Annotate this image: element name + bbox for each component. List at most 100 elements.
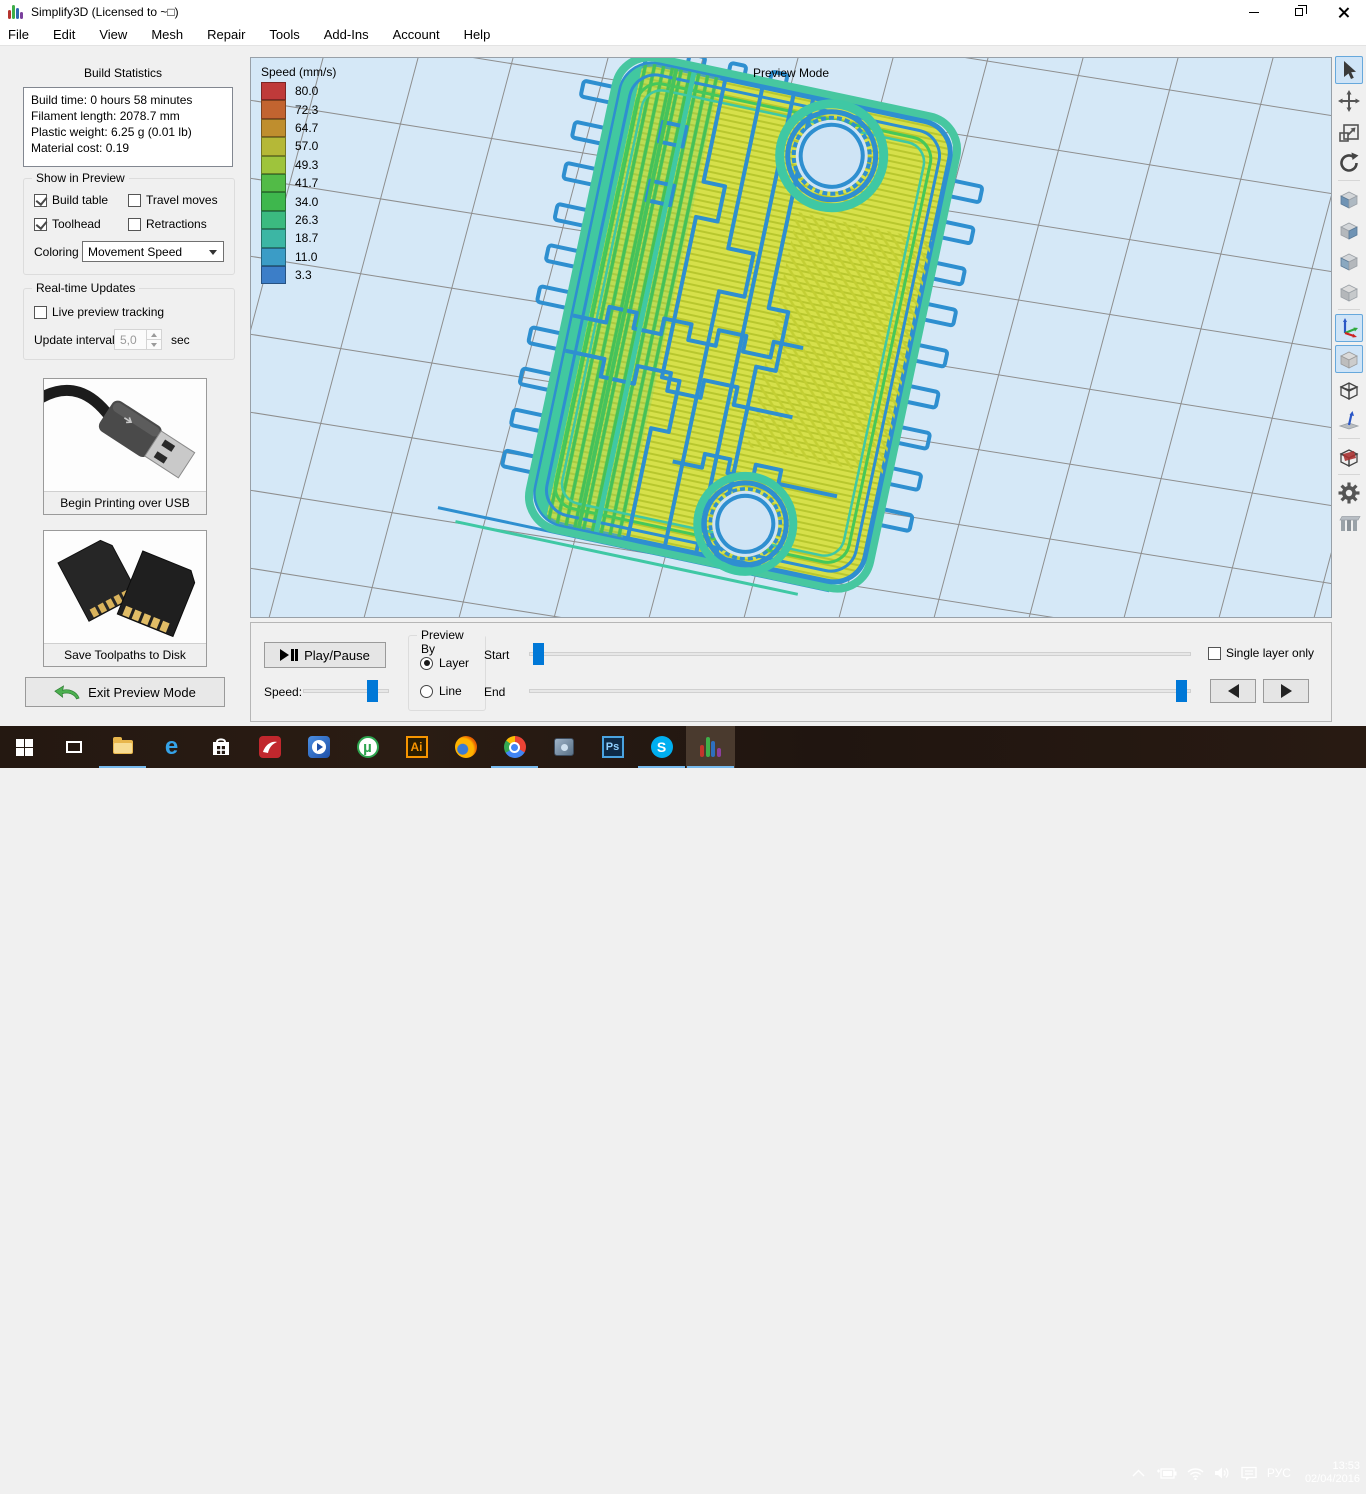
photoshop-button[interactable]: Ps (588, 726, 637, 768)
view-top-cube-button[interactable] (1335, 247, 1363, 275)
build-statistics-box: Build time: 0 hours 58 minutes Filament … (23, 87, 233, 167)
begin-printing-usb-button[interactable]: Begin Printing over USB (43, 378, 207, 515)
single-layer-checkbox[interactable]: Single layer only (1208, 646, 1314, 660)
cross-section-button[interactable] (1335, 443, 1363, 471)
skype-button[interactable]: S (637, 726, 686, 768)
close-button[interactable] (1321, 0, 1366, 24)
line-radio-button[interactable] (420, 685, 433, 698)
exit-preview-mode-button[interactable]: Exit Preview Mode (25, 677, 225, 707)
wifi-icon[interactable] (1187, 1467, 1204, 1480)
illustrator-button[interactable]: Ai (392, 726, 441, 768)
menu-edit[interactable]: Edit (41, 24, 87, 46)
layer-radio-button[interactable] (420, 657, 433, 670)
save-toolpaths-button[interactable]: Save Toolpaths to Disk (43, 530, 207, 667)
foxit-reader-button[interactable] (245, 726, 294, 768)
file-explorer-button[interactable] (98, 726, 147, 768)
spinner-down-icon[interactable] (147, 340, 161, 349)
preview-3d-viewport[interactable]: Preview Mode Speed (mm/s) 80.0 72.3 64.7… (250, 57, 1332, 618)
travel-moves-checkbox[interactable]: Travel moves (128, 193, 218, 207)
toolhead-checkbox-box[interactable] (34, 218, 47, 231)
menu-tools[interactable]: Tools (257, 24, 311, 46)
start-button[interactable] (0, 726, 49, 768)
store-button[interactable] (196, 726, 245, 768)
preview-by-layer-radio[interactable]: Layer (420, 656, 469, 670)
surface-normal-button[interactable] (1335, 407, 1363, 435)
battery-icon[interactable] (1155, 1467, 1177, 1480)
cube-top-icon (1337, 249, 1361, 273)
coloring-dropdown[interactable]: Movement Speed (82, 241, 224, 262)
end-slider-handle[interactable] (1176, 680, 1187, 702)
spinner-up-icon[interactable] (147, 330, 161, 340)
chrome-button[interactable] (490, 726, 539, 768)
previous-layer-button[interactable] (1210, 679, 1256, 703)
minimize-icon (1249, 12, 1259, 13)
menu-view[interactable]: View (87, 24, 139, 46)
end-layer-slider[interactable] (529, 680, 1191, 702)
rotate-tool-button[interactable] (1335, 149, 1363, 177)
video-converter-button[interactable] (539, 726, 588, 768)
start-layer-slider[interactable] (529, 643, 1191, 665)
pan-tool-button[interactable] (1335, 87, 1363, 115)
menu-addins[interactable]: Add-Ins (312, 24, 381, 46)
support-structures-button[interactable] (1335, 510, 1363, 538)
build-time: Build time: 0 hours 58 minutes (31, 92, 225, 108)
menu-account[interactable]: Account (381, 24, 452, 46)
toolhead-checkbox[interactable]: Toolhead (34, 217, 101, 231)
single-layer-checkbox-box[interactable] (1208, 647, 1221, 660)
restore-button[interactable] (1276, 0, 1321, 24)
menu-help[interactable]: Help (452, 24, 503, 46)
minimize-button[interactable] (1231, 0, 1276, 24)
spinner-buttons[interactable] (146, 330, 161, 349)
tray-time: 13:53 (1305, 1460, 1360, 1473)
edge-button[interactable]: e (147, 726, 196, 768)
restore-icon (1295, 8, 1303, 16)
solid-view-button[interactable] (1335, 345, 1363, 373)
preview-by-line-radio[interactable]: Line (420, 684, 462, 698)
legend-row: 72.3 (261, 100, 336, 118)
retractions-checkbox[interactable]: Retractions (128, 217, 207, 231)
play-pause-label: Play/Pause (304, 648, 370, 663)
live-preview-checkbox-box[interactable] (34, 306, 47, 319)
language-indicator[interactable]: РУС (1267, 1466, 1291, 1480)
travel-moves-checkbox-box[interactable] (128, 194, 141, 207)
settings-button[interactable] (1335, 479, 1363, 507)
firefox-icon (455, 736, 477, 758)
notification-icon[interactable] (1241, 1466, 1257, 1481)
start-slider-track[interactable] (529, 652, 1191, 656)
firefox-button[interactable] (441, 726, 490, 768)
view-iso-cube-button[interactable] (1335, 278, 1363, 306)
show-axes-button[interactable] (1335, 314, 1363, 342)
menu-mesh[interactable]: Mesh (139, 24, 195, 46)
view-front-cube-button[interactable] (1335, 185, 1363, 213)
update-interval-spinner[interactable]: 5,0 (114, 329, 162, 350)
wireframe-view-button[interactable] (1335, 376, 1363, 404)
play-pause-button[interactable]: Play/Pause (264, 642, 386, 668)
retractions-checkbox-box[interactable] (128, 218, 141, 231)
cross-section-icon (1337, 445, 1361, 469)
next-layer-button[interactable] (1263, 679, 1309, 703)
end-slider-track[interactable] (529, 689, 1191, 693)
utorrent-button[interactable]: µ (343, 726, 392, 768)
speed-slider[interactable] (303, 680, 389, 702)
menu-repair[interactable]: Repair (195, 24, 257, 46)
media-player-button[interactable] (294, 726, 343, 768)
speed-slider-handle[interactable] (367, 680, 378, 702)
volume-icon[interactable] (1214, 1466, 1231, 1480)
start-slider-handle[interactable] (533, 643, 544, 665)
view-side-cube-button[interactable] (1335, 216, 1363, 244)
simplify3d-taskbar-button[interactable] (686, 726, 735, 768)
legend-swatch (261, 192, 286, 210)
normal-arrow-icon (1337, 409, 1361, 433)
menu-file[interactable]: File (0, 24, 41, 46)
task-view-button[interactable] (49, 726, 98, 768)
edge-icon: e (165, 733, 178, 761)
build-table-checkbox[interactable]: Build table (34, 193, 108, 207)
sd-cards-image (44, 531, 206, 643)
build-table-checkbox-box[interactable] (34, 194, 47, 207)
select-tool-button[interactable] (1335, 56, 1363, 84)
clock[interactable]: 13:53 02/04/2016 (1305, 1460, 1360, 1486)
scale-tool-button[interactable] (1335, 118, 1363, 146)
tray-chevron-icon[interactable] (1132, 1469, 1145, 1477)
live-preview-checkbox[interactable]: Live preview tracking (34, 305, 164, 319)
realtime-updates-group: Real-time Updates Live preview tracking … (23, 288, 235, 360)
